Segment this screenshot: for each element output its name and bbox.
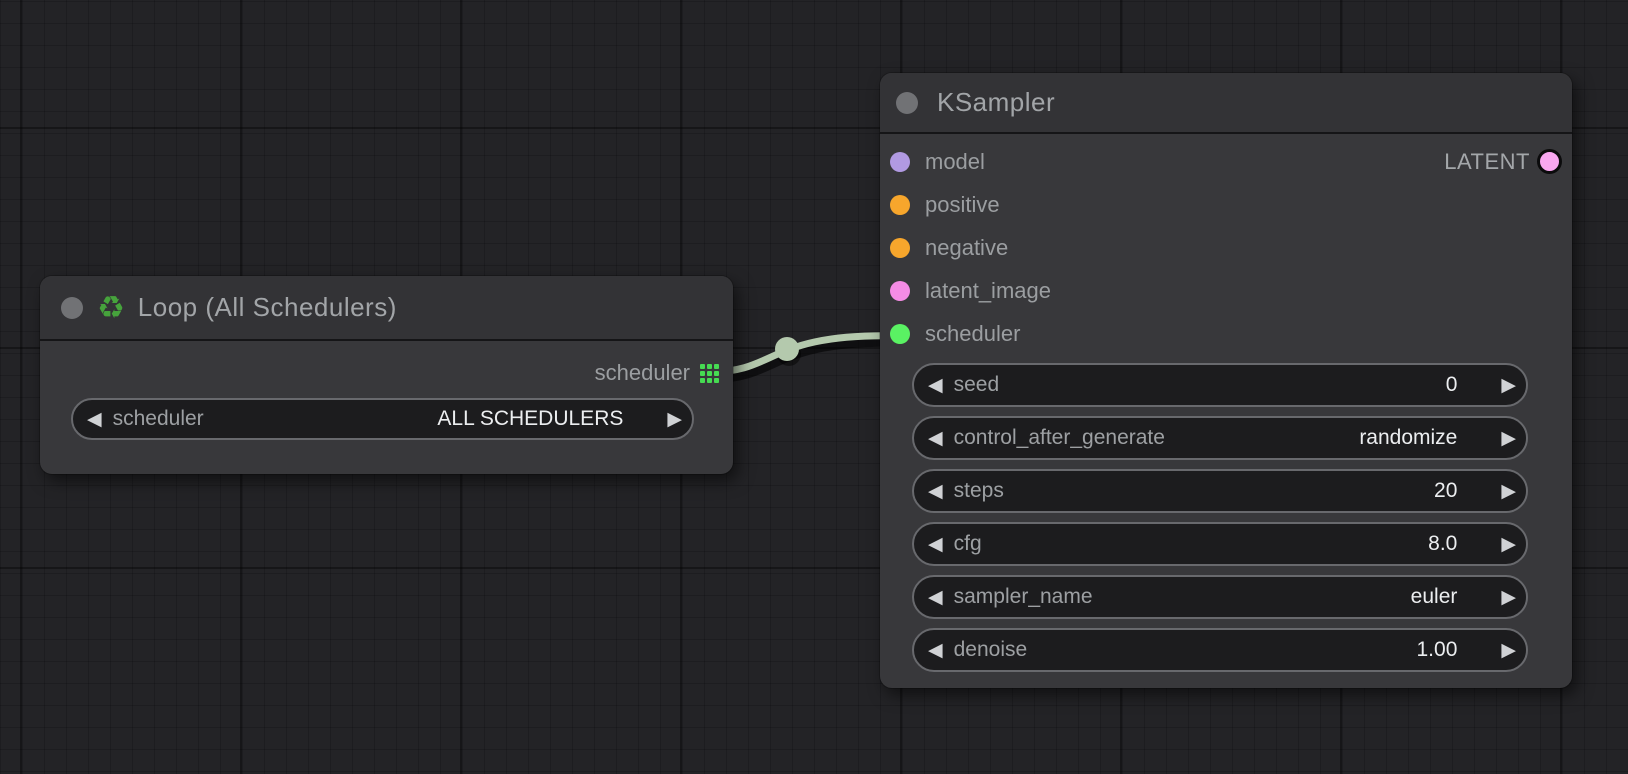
widget-value: 20 (1434, 479, 1457, 503)
prev-arrow-icon[interactable]: ◀ (928, 482, 943, 501)
node-title: KSampler (937, 87, 1055, 118)
widget-value: euler (1411, 585, 1458, 609)
slot-row-latent-image: latent_image (880, 269, 1572, 312)
recycle-icon: ♻ (97, 292, 125, 323)
output-slot-label: scheduler (595, 360, 690, 386)
slot-row-model: model LATENT (880, 140, 1572, 183)
cfg-widget[interactable]: ◀ cfg 8.0 ▶ (912, 522, 1528, 566)
next-arrow-icon[interactable]: ▶ (667, 410, 682, 429)
widget-label: sampler_name (954, 585, 1093, 609)
widget-label: steps (954, 479, 1004, 503)
widget-value: randomize (1359, 426, 1457, 450)
seed-widget[interactable]: ◀ seed 0 ▶ (912, 363, 1528, 407)
slot-row-scheduler: scheduler (880, 312, 1572, 355)
widget-value: 0 (1446, 373, 1458, 397)
input-slot-label: model (925, 149, 985, 175)
node-graph-canvas[interactable]: { "canvas": { "background": "#232326", "… (0, 0, 1628, 774)
prev-arrow-icon[interactable]: ◀ (928, 376, 943, 395)
input-slot-label: scheduler (925, 321, 1020, 347)
input-slot-scheduler[interactable] (890, 324, 910, 344)
denoise-widget[interactable]: ◀ denoise 1.00 ▶ (912, 628, 1528, 672)
prev-arrow-icon[interactable]: ◀ (928, 588, 943, 607)
input-slot-latent-image[interactable] (890, 281, 910, 301)
input-slot-label: negative (925, 235, 1008, 261)
control-after-generate-widget[interactable]: ◀ control_after_generate randomize ▶ (912, 416, 1528, 460)
widget-label: seed (954, 373, 1000, 397)
prev-arrow-icon[interactable]: ◀ (928, 535, 943, 554)
collapse-dot[interactable] (896, 92, 918, 114)
steps-widget[interactable]: ◀ steps 20 ▶ (912, 469, 1528, 513)
widget-label: scheduler (113, 407, 204, 431)
loop-node-header: ♻ Loop (All Schedulers) (40, 276, 733, 341)
prev-arrow-icon[interactable]: ◀ (87, 410, 102, 429)
prev-arrow-icon[interactable]: ◀ (928, 429, 943, 448)
grid-output-icon[interactable] (700, 364, 719, 383)
prev-arrow-icon[interactable]: ◀ (928, 641, 943, 660)
next-arrow-icon[interactable]: ▶ (1501, 482, 1516, 501)
widget-label: control_after_generate (954, 426, 1165, 450)
input-slot-negative[interactable] (890, 238, 910, 258)
next-arrow-icon[interactable]: ▶ (1501, 588, 1516, 607)
input-slot-positive[interactable] (890, 195, 910, 215)
next-arrow-icon[interactable]: ▶ (1501, 429, 1516, 448)
output-slot-label: LATENT (1444, 149, 1530, 175)
widget-label: denoise (954, 638, 1028, 662)
scheduler-combo-widget[interactable]: ◀ scheduler ALL SCHEDULERS ▶ (71, 398, 694, 440)
widget-value: 8.0 (1428, 532, 1457, 556)
ksampler-node-header: KSampler (880, 73, 1572, 134)
output-slot-latent[interactable] (1537, 149, 1562, 174)
widget-label: cfg (954, 532, 982, 556)
input-slot-model[interactable] (890, 152, 910, 172)
node-ksampler[interactable]: KSampler model LATENT positive negative … (880, 73, 1572, 688)
sampler-name-widget[interactable]: ◀ sampler_name euler ▶ (912, 575, 1528, 619)
link-midpoint-dot[interactable] (775, 337, 799, 361)
next-arrow-icon[interactable]: ▶ (1501, 535, 1516, 554)
widget-value: ALL SCHEDULERS (437, 407, 623, 431)
next-arrow-icon[interactable]: ▶ (1501, 376, 1516, 395)
input-slot-label: latent_image (925, 278, 1051, 304)
widget-value: 1.00 (1417, 638, 1458, 662)
collapse-dot[interactable] (61, 297, 83, 319)
node-loop-all-schedulers[interactable]: ♻ Loop (All Schedulers) scheduler ◀ sche… (40, 276, 733, 474)
slot-row-positive: positive (880, 183, 1572, 226)
node-title: Loop (All Schedulers) (138, 292, 397, 323)
slot-row-negative: negative (880, 226, 1572, 269)
input-slot-label: positive (925, 192, 1000, 218)
next-arrow-icon[interactable]: ▶ (1501, 641, 1516, 660)
